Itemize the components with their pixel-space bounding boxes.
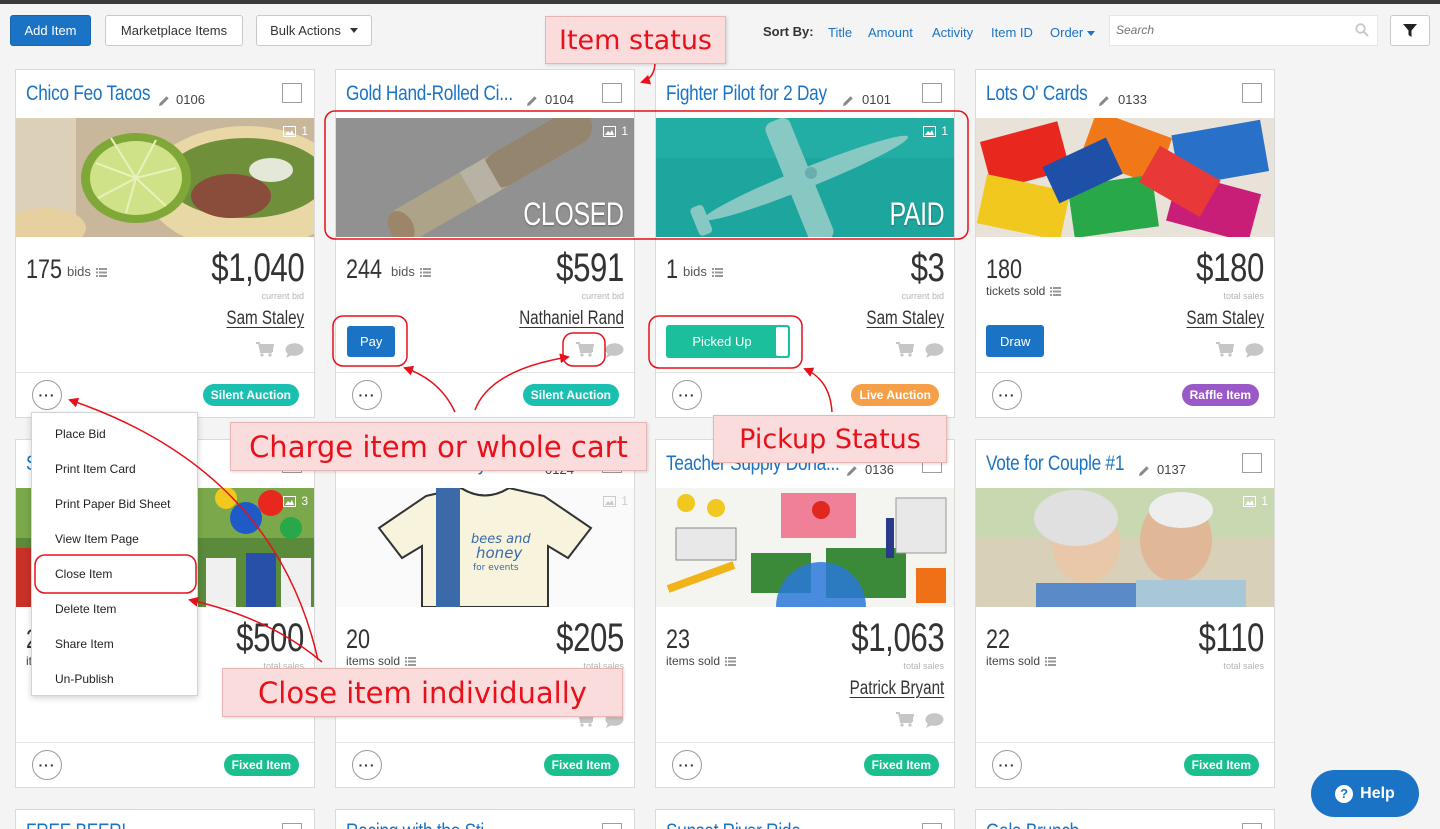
pay-highlight-box — [332, 315, 408, 367]
status-highlight-box — [324, 110, 969, 240]
help-label: Help — [1360, 784, 1395, 802]
arrow-cart — [474, 353, 570, 411]
question-icon: ? — [1335, 784, 1354, 803]
callout-pickup-status: Pickup Status — [713, 415, 947, 463]
arrow-pay — [403, 365, 456, 413]
arrow-item-status — [640, 61, 656, 85]
close-item-highlight-box — [34, 554, 197, 594]
callout-close-item: Close item individually — [222, 668, 623, 717]
cart-highlight-box — [562, 332, 606, 367]
help-button[interactable]: ? Help — [1311, 770, 1419, 817]
callout-item-status: Item status — [545, 16, 726, 64]
pickup-highlight-box — [648, 315, 803, 369]
arrow-pickup — [803, 367, 833, 413]
callout-charge-item: Charge item or whole cart — [230, 422, 647, 471]
